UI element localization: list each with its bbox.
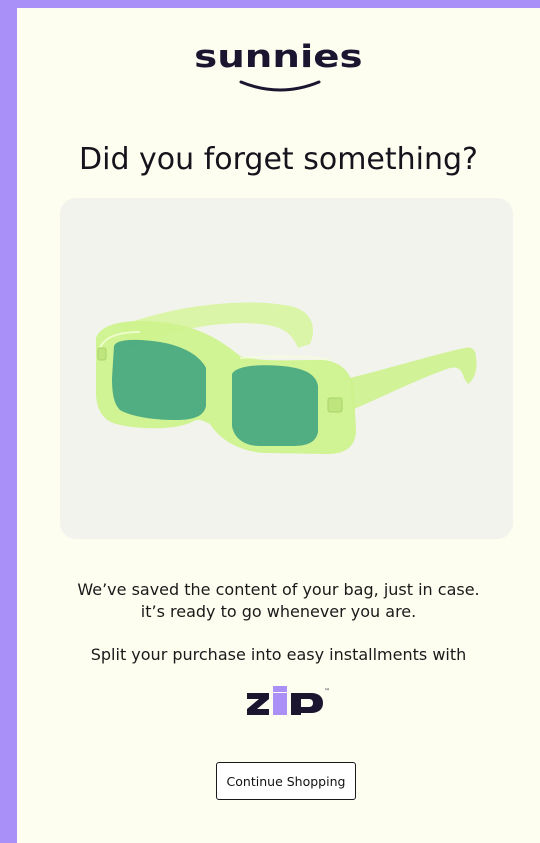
logo-smile-icon [239,80,321,92]
zip-logo-icon[interactable]: ™ [245,683,331,717]
brand-logo[interactable]: sunnies [17,39,540,92]
brand-wordmark: sunnies [194,39,363,75]
message-line-1: We’ve saved the content of your bag, jus… [77,580,480,599]
message-line-2: it’s ready to go whenever you are. [140,602,417,621]
product-image[interactable] [60,198,513,539]
installments-text: Split your purchase into easy installmen… [90,645,467,664]
sunglasses-image [96,302,477,454]
email-card: sunnies Did you forget something? We’ve … [17,8,540,843]
continue-shopping-button[interactable]: Continue Shopping [216,762,356,800]
page-title: Did you forget something? [79,142,478,177]
zip-trademark: ™ [324,688,330,695]
